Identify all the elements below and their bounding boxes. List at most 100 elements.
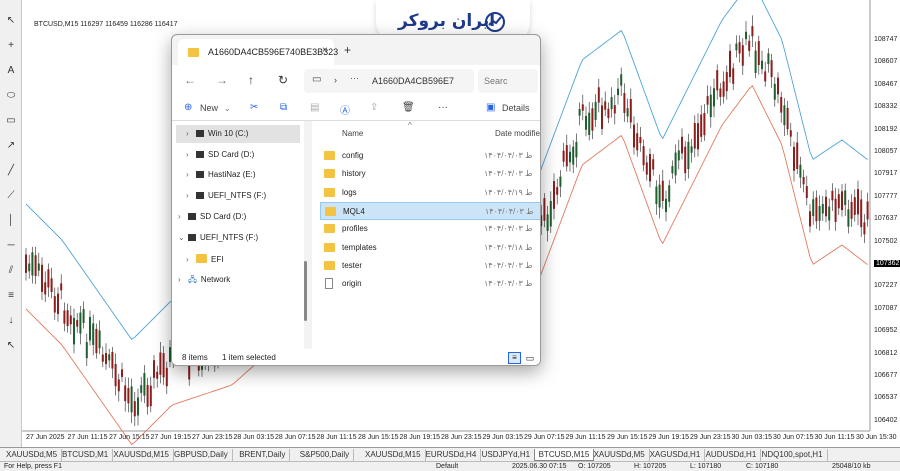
candle-body [809, 211, 811, 227]
chart-tab[interactable]: NDQ100,spot,H1 [758, 449, 828, 461]
chart-tab[interactable]: XAUUSDd,M15 [109, 449, 174, 461]
search-input[interactable]: Searc [478, 69, 538, 93]
file-row[interactable]: profiles ۱۴۰۴/۰۴/۰۳ ط [320, 220, 540, 238]
arrow-icon[interactable]: ↗ [4, 139, 18, 153]
paste-icon[interactable]: ▤ [310, 102, 319, 113]
file-row[interactable]: tester ۱۴۰۴/۰۴/۰۳ ط [320, 257, 540, 275]
chevron-icon[interactable]: › [186, 125, 196, 143]
refresh-icon[interactable]: ↻ [278, 73, 288, 87]
price-label: 108747 [874, 36, 898, 43]
share-icon[interactable]: ⇪ [370, 102, 378, 113]
nav-scrollbar[interactable] [304, 261, 307, 321]
chart-tab[interactable]: XAUUSDd,M5 [590, 449, 650, 461]
price-label: 107362 [874, 260, 900, 267]
sort-up-icon[interactable]: ^ [408, 121, 412, 130]
chevron-icon[interactable]: › [186, 146, 196, 164]
chevron-down-icon[interactable]: ⌄ [224, 104, 231, 113]
forward-icon[interactable]: → [216, 73, 228, 87]
candle-body [821, 203, 824, 214]
chart-tab[interactable]: EURUSDd,H4 [422, 449, 482, 461]
rename-icon[interactable]: Ⓐ [340, 102, 350, 117]
close-tab-icon[interactable]: × [322, 45, 328, 56]
file-date: ۱۴۰۴/۰۴/۰۳ ط [484, 169, 533, 179]
chevron-icon[interactable]: › [186, 187, 196, 205]
time-label: 27 Jun 23:15 [192, 434, 233, 441]
time-label: 29 Jun 23:15 [690, 434, 731, 441]
copy-icon[interactable]: ⧉ [280, 102, 287, 113]
nav-item[interactable]: › UEFI_NTFS (F:) [176, 187, 300, 205]
nav-item[interactable]: › HastiNaz (E:) [176, 166, 300, 184]
file-row[interactable]: templates ۱۴۰۴/۰۴/۱۸ ط [320, 239, 540, 257]
chart-tab[interactable]: BTCUSD,M15 [533, 449, 595, 461]
col-name-header[interactable]: Name [342, 129, 363, 138]
new-tab-icon[interactable]: + [344, 43, 351, 57]
file-row[interactable]: logs ۱۴۰۴/۰۴/۱۹ ط [320, 184, 540, 202]
file-row[interactable]: origin ۱۴۰۴/۰۴/۰۳ ط [320, 275, 540, 293]
chart-tab[interactable]: XAGUSDd,H1 [646, 449, 706, 461]
details-button[interactable]: Details [502, 103, 530, 113]
details-icon[interactable]: ▣ [486, 102, 495, 113]
file-explorer-window[interactable]: A1660DA4CB596E740BE3B323 × + ← → ↑ ↻ ▭ ›… [171, 34, 541, 366]
price-label: 107502 [874, 237, 898, 245]
ellipse-icon[interactable]: ⬭ [4, 89, 18, 103]
chart-tab[interactable]: XAUUSDd,M5 [2, 449, 63, 461]
crosshair-icon[interactable]: + [4, 39, 18, 53]
nav-item[interactable]: › SD Card (D:) [176, 208, 300, 226]
rectangle-icon[interactable]: ▭ [4, 114, 18, 128]
text-icon[interactable]: A [4, 64, 18, 78]
candle-body [149, 385, 152, 407]
chart-tab[interactable]: AUDUSDd,H1 [702, 449, 762, 461]
chart-tab[interactable]: BTCUSD,M1 [58, 449, 114, 461]
chevron-icon[interactable]: › [178, 271, 188, 289]
more-path-icon[interactable]: ··· [350, 73, 359, 83]
cut-icon[interactable]: ✂ [250, 102, 258, 113]
nav-item[interactable]: › EFI [176, 251, 300, 269]
file-row[interactable]: history ۱۴۰۴/۰۴/۰۳ ط [320, 165, 540, 183]
network-icon: 🖧 [188, 275, 197, 284]
explorer-navbar: ← → ↑ ↻ ▭ › ··· A1660DA4CB596E7 Searc [172, 65, 540, 97]
list-view-icon[interactable]: ≡ [508, 352, 521, 364]
col-date-header[interactable]: Date modifie [495, 129, 540, 138]
chevron-icon[interactable]: › [178, 208, 188, 226]
chevron-icon[interactable]: ⌄ [178, 229, 188, 247]
nav-item[interactable]: › Win 10 (C:) [176, 125, 300, 143]
back-icon[interactable]: ← [184, 73, 196, 87]
up-icon[interactable]: ↑ [248, 73, 254, 87]
tiles-view-icon[interactable]: ▭ [524, 352, 536, 364]
cursor-icon[interactable]: ↖ [4, 14, 18, 28]
explorer-tab[interactable]: A1660DA4CB596E740BE3B323 × [178, 39, 338, 65]
candle-body [617, 88, 619, 96]
nav-item[interactable]: ⌄ UEFI_NTFS (F:) [176, 229, 300, 247]
new-button[interactable]: New [200, 103, 218, 113]
chart-tab[interactable]: XAUUSDd,M15 [361, 449, 426, 461]
chart-tab[interactable]: BRENT,Daily [235, 449, 291, 461]
new-icon[interactable]: ⊕ [184, 102, 192, 113]
trendline-icon[interactable]: ⟋ [4, 189, 18, 203]
price-label: 108607 [874, 58, 898, 66]
file-name: MQL4 [343, 206, 365, 216]
nav-item[interactable]: › 🖧 Network [176, 271, 300, 289]
nav-item[interactable]: › SD Card (D:) [176, 146, 300, 164]
vertical-line-icon[interactable]: │ [4, 214, 18, 228]
file-row[interactable]: MQL4 ۱۴۰۴/۰۴/۰۳ ط [320, 201, 540, 220]
pointer-icon[interactable]: ↖ [4, 339, 18, 353]
candle-body [789, 130, 792, 137]
time-label: 27 Jun 15:15 [109, 434, 150, 441]
line-icon[interactable]: ╱ [4, 164, 18, 178]
fibonacci-icon[interactable]: ≡ [4, 289, 18, 303]
chart-tab[interactable]: USDJPYd,H1 [478, 449, 536, 461]
candle-body [844, 190, 847, 206]
candle-body [703, 112, 706, 136]
chart-tab[interactable]: GBPUSD,Daily [170, 449, 233, 461]
chevron-icon[interactable]: › [186, 166, 196, 184]
horizontal-line-icon[interactable]: ─ [4, 239, 18, 253]
channel-icon[interactable]: ⫽ [4, 264, 18, 278]
more-options-icon[interactable]: ··· [438, 102, 448, 113]
file-row[interactable]: config ۱۴۰۴/۰۴/۰۳ ط [320, 147, 540, 165]
chart-tab[interactable]: S&P500,Daily [296, 449, 355, 461]
chevron-icon[interactable]: › [186, 251, 196, 269]
delete-icon[interactable]: 🗑 [402, 102, 415, 113]
address-bar[interactable]: ▭ › ··· A1660DA4CB596E7 [304, 69, 474, 93]
candle-body [773, 83, 776, 100]
arrow-down-icon[interactable]: ↓ [4, 314, 18, 328]
